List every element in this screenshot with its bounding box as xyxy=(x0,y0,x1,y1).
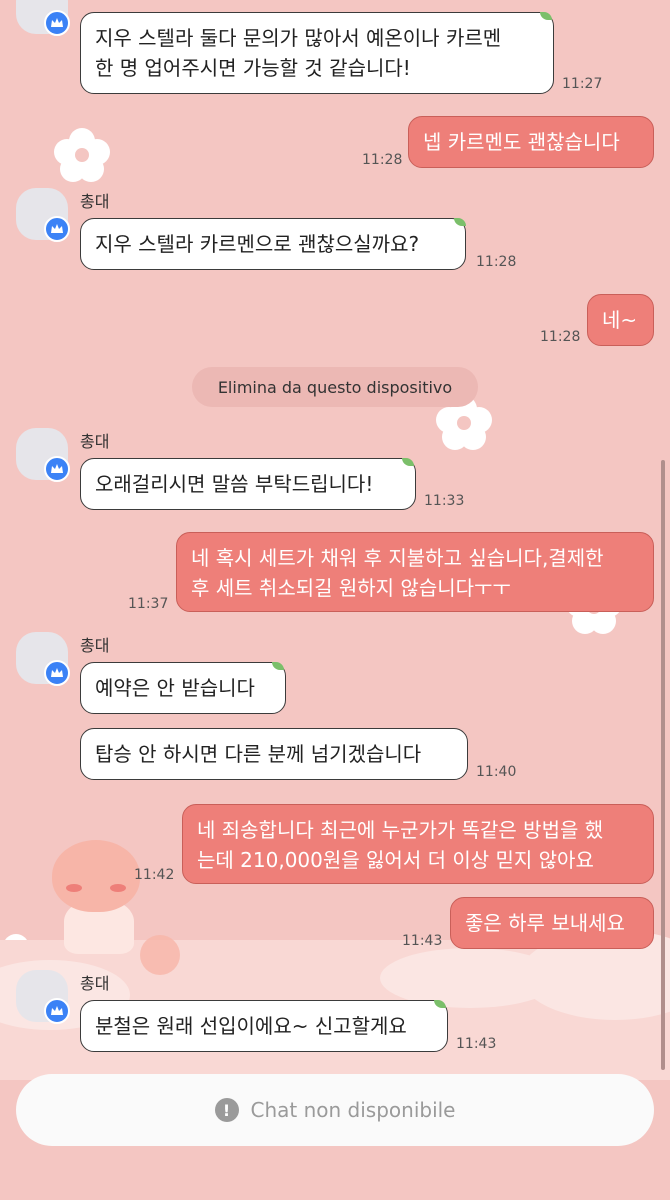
message-time: 11:40 xyxy=(476,764,517,780)
crown-badge-icon xyxy=(44,216,70,242)
outgoing-message[interactable]: 네 죄송합니다 최근에 누군가가 똑같은 방법을 했 는데 210,000원을 … xyxy=(182,804,654,884)
message-time: 11:28 xyxy=(540,329,581,345)
outgoing-message[interactable]: 좋은 하루 보내세요 xyxy=(450,897,654,949)
sender-name: 총대 xyxy=(80,192,110,211)
message-time: 11:28 xyxy=(362,152,403,168)
alert-icon: ! xyxy=(214,1098,239,1122)
sender-name: 총대 xyxy=(80,974,110,993)
crown-badge-icon xyxy=(44,10,70,36)
incoming-message[interactable]: 탑승 안 하시면 다른 분께 넘기겠습니다 xyxy=(80,728,468,780)
crown-badge-icon xyxy=(44,998,70,1024)
message-time: 11:43 xyxy=(456,1036,497,1052)
message-time: 11:43 xyxy=(402,933,443,949)
system-notice: Elimina da questo dispositivo xyxy=(192,367,478,407)
message-time: 11:42 xyxy=(134,867,175,883)
chat-unavailable-text: Chat non disponibile xyxy=(250,1098,456,1122)
incoming-message[interactable]: 오래걸리시면 말씀 부탁드립니다! xyxy=(80,458,416,510)
outgoing-message[interactable]: 네~ xyxy=(587,294,654,346)
message-time: 11:37 xyxy=(128,596,169,612)
message-time: 11:33 xyxy=(424,493,465,509)
message-time: 11:28 xyxy=(476,254,517,270)
outgoing-message[interactable]: 넵 카르멘도 괜찮습니다 xyxy=(408,116,654,168)
incoming-message[interactable]: 지우 스텔라 카르멘으로 괜찮으실까요? xyxy=(80,218,466,270)
chat-unavailable-bar: ! Chat non disponibile xyxy=(16,1074,654,1146)
incoming-message[interactable]: 예약은 안 받습니다 xyxy=(80,662,286,714)
scrollbar[interactable] xyxy=(661,460,665,1070)
sender-name: 총대 xyxy=(80,432,110,451)
incoming-message[interactable]: 지우 스텔라 둘다 문의가 많아서 예온이나 카르멘 한 명 업어주시면 가능할… xyxy=(80,12,554,94)
message-time: 11:27 xyxy=(562,76,603,92)
crown-badge-icon xyxy=(44,456,70,482)
crown-badge-icon xyxy=(44,660,70,686)
incoming-message[interactable]: 분철은 원래 선입이에요~ 신고할게요 xyxy=(80,1000,448,1052)
sender-name: 총대 xyxy=(80,636,110,655)
outgoing-message[interactable]: 네 혹시 세트가 채워 후 지불하고 싶습니다,결제한 후 세트 취소되길 원하… xyxy=(176,532,654,612)
